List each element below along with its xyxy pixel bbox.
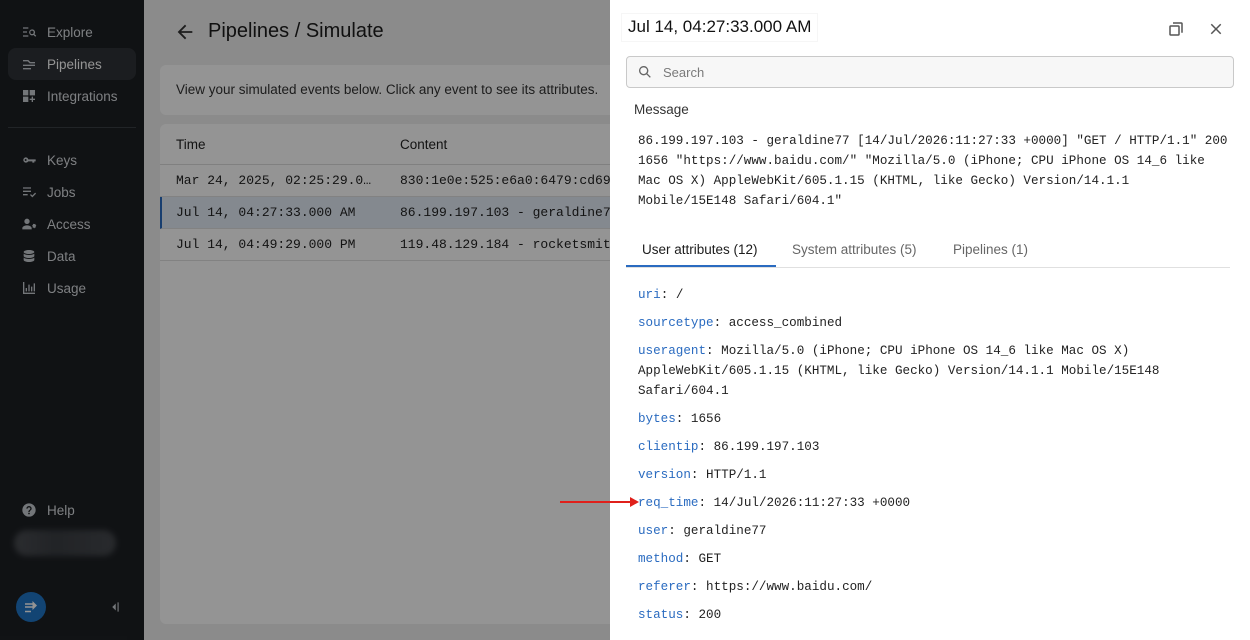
- attribute-value: /: [675, 288, 684, 302]
- drawer-title: Jul 14, 04:27:33.000 AM: [622, 14, 818, 41]
- attribute-key[interactable]: sourcetype: [638, 316, 714, 330]
- attribute-value: https://www.baidu.com/: [706, 580, 873, 594]
- attribute-tabs: User attributes (12) System attributes (…: [626, 232, 1230, 268]
- message-label: Message: [634, 102, 689, 117]
- attribute-item: clientip: 86.199.197.103: [638, 440, 820, 454]
- attribute-value: GET: [698, 552, 722, 566]
- attribute-search: [626, 56, 1234, 88]
- attribute-value: 1656: [690, 412, 722, 426]
- active-tab-indicator: [626, 265, 776, 267]
- attribute-key[interactable]: req_time: [638, 496, 698, 510]
- attribute-value: 14/Jul/2026:11:27:33 +0000: [713, 496, 911, 510]
- attribute-list: uri: / sourcetype: access_combined usera…: [629, 275, 1177, 625]
- attribute-key[interactable]: bytes: [638, 412, 676, 426]
- attribute-key[interactable]: user: [638, 524, 668, 538]
- search-icon: [639, 66, 651, 78]
- attribute-key[interactable]: referer: [638, 580, 691, 594]
- search-input[interactable]: [663, 64, 1203, 80]
- attribute-item: uri: /: [638, 288, 684, 302]
- close-icon[interactable]: [1205, 18, 1227, 40]
- tab-system-attributes[interactable]: System attributes (5): [792, 242, 917, 257]
- attribute-key[interactable]: method: [638, 552, 683, 566]
- attribute-item: sourcetype: access_combined: [638, 316, 843, 330]
- attribute-value: 86.199.197.103: [713, 440, 820, 454]
- attribute-item: useragent: Mozilla/5.0 (iPhone; CPU iPho…: [638, 344, 1160, 398]
- attribute-key[interactable]: uri: [638, 288, 661, 302]
- attribute-item: method: GET: [638, 552, 722, 566]
- attribute-key[interactable]: status: [638, 608, 683, 622]
- attribute-item: referer: https://www.baidu.com/: [638, 580, 873, 594]
- attribute-value: Mozilla/5.0 (iPhone; CPU iPhone OS 14_6 …: [638, 344, 1160, 398]
- attribute-item: status: 200: [638, 608, 722, 622]
- copy-icon[interactable]: [1165, 18, 1187, 40]
- event-detail-drawer: Jul 14, 04:27:33.000 AM Message 86.199.1…: [610, 0, 1250, 640]
- attribute-value: HTTP/1.1: [706, 468, 767, 482]
- attribute-item: user: geraldine77: [638, 524, 767, 538]
- attribute-value: 200: [698, 608, 722, 622]
- attribute-item: req_time: 14/Jul/2026:11:27:33 +0000: [638, 496, 911, 510]
- attribute-item: bytes: 1656: [638, 412, 722, 426]
- attribute-value: access_combined: [728, 316, 843, 330]
- tab-user-attributes[interactable]: User attributes (12): [642, 242, 758, 257]
- attribute-key[interactable]: version: [638, 468, 691, 482]
- tab-pipelines[interactable]: Pipelines (1): [953, 242, 1028, 257]
- attribute-key[interactable]: useragent: [638, 344, 706, 358]
- attribute-key[interactable]: clientip: [638, 440, 698, 454]
- annotation-arrow-icon: [560, 497, 639, 507]
- attribute-item: version: HTTP/1.1: [638, 468, 767, 482]
- message-body: 86.199.197.103 - geraldine77 [14/Jul/202…: [638, 134, 1228, 208]
- attribute-value: geraldine77: [683, 524, 767, 538]
